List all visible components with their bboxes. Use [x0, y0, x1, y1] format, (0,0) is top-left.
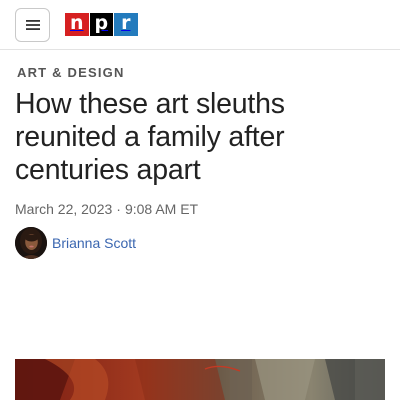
hamburger-menu-icon: [25, 20, 40, 30]
npr-logo[interactable]: n p r: [65, 13, 138, 36]
logo-letter-p: p: [89, 13, 113, 36]
byline: Brianna Scott: [15, 227, 136, 259]
article-dateline: March 22, 2023 · 9:08 AM ET: [15, 201, 198, 217]
publish-time: 9:08 AM ET: [124, 201, 199, 217]
painting-image: [15, 359, 385, 400]
logo-letter-r: r: [114, 13, 138, 36]
date-separator: ·: [116, 201, 121, 217]
logo-letter-n: n: [65, 13, 89, 36]
article-headline: How these art sleuths reunited a family …: [15, 88, 285, 186]
menu-button[interactable]: [15, 8, 50, 42]
section-label[interactable]: ART & DESIGN: [17, 65, 125, 80]
author-portrait-image: [15, 227, 47, 259]
top-navigation-bar: n p r: [0, 0, 400, 50]
hero-image[interactable]: [15, 359, 385, 400]
author-avatar[interactable]: [15, 227, 47, 259]
publish-date: March 22, 2023: [15, 201, 113, 217]
author-link[interactable]: Brianna Scott: [52, 235, 136, 251]
